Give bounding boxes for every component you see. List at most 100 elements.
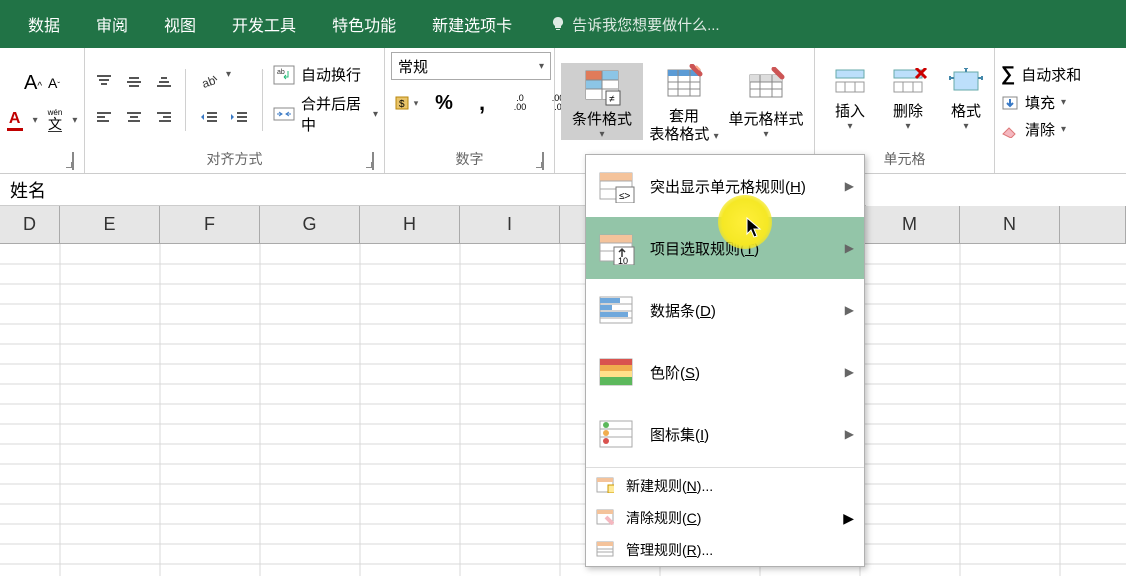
tell-me-search[interactable]: 告诉我您想要做什么... xyxy=(550,14,720,35)
wrap-text-icon: ab xyxy=(273,65,295,85)
formula-bar-value: 姓名 xyxy=(10,177,46,203)
orientation-dropdown[interactable]: ▾ xyxy=(226,69,231,95)
col-header[interactable]: F xyxy=(160,206,260,243)
phonetic-guide-button[interactable]: wén 文 xyxy=(48,109,63,132)
col-header[interactable]: D xyxy=(0,206,60,243)
font-color-dropdown[interactable]: ▾ xyxy=(33,115,38,126)
merge-dropdown[interactable]: ▾ xyxy=(373,109,378,120)
orientation-button[interactable]: ab xyxy=(196,69,222,95)
formula-bar[interactable]: 姓名 xyxy=(0,174,1126,206)
decrease-font-icon[interactable]: Aˇ xyxy=(48,75,60,91)
sigma-icon: ∑ xyxy=(1001,63,1015,86)
cf-highlight-rules[interactable]: ≤> 突出显示单元格规则(H) ▶ xyxy=(586,155,864,217)
column-headers: D E F G H I M N xyxy=(0,206,1126,244)
cf-data-bars[interactable]: 数据条(D) ▶ xyxy=(586,279,864,341)
highlight-rules-icon: ≤> xyxy=(596,169,636,203)
ribbon: A^ Aˇ A ▾ wén 文 ▾ xyxy=(0,48,1126,174)
submenu-arrow-icon: ▶ xyxy=(845,303,854,317)
submenu-arrow-icon: ▶ xyxy=(845,179,854,193)
svg-text:≤>: ≤> xyxy=(619,191,630,202)
align-top-icon[interactable] xyxy=(91,69,117,95)
col-header[interactable]: M xyxy=(860,206,960,243)
accounting-format-button[interactable]: $▾ xyxy=(391,90,421,116)
submenu-arrow-icon: ▶ xyxy=(845,241,854,255)
font-launcher-icon[interactable] xyxy=(72,153,74,169)
comma-button[interactable]: , xyxy=(467,90,497,116)
number-format-combo[interactable]: 常规 ▾ xyxy=(391,52,551,80)
insert-cells-button[interactable]: 插入 ▾ xyxy=(821,68,879,132)
insert-cells-icon xyxy=(830,68,870,96)
align-right-icon[interactable] xyxy=(151,105,177,131)
font-color-button[interactable]: A xyxy=(7,110,23,131)
cf-clear-rules[interactable]: 清除规则(C) ▶ xyxy=(586,502,864,534)
fill-label: 填充 xyxy=(1025,92,1055,113)
tab-view[interactable]: 视图 xyxy=(146,12,214,36)
format-cells-icon xyxy=(946,68,986,96)
align-launcher-icon[interactable] xyxy=(372,153,374,169)
decrease-indent-icon[interactable] xyxy=(196,105,222,131)
group-font: A^ Aˇ A ▾ wén 文 ▾ xyxy=(0,48,85,173)
clear-button[interactable]: 清除 ▾ xyxy=(1001,119,1081,140)
spreadsheet-grid[interactable] xyxy=(0,244,1126,576)
phonetic-dropdown[interactable]: ▾ xyxy=(72,115,77,126)
tab-newtab[interactable]: 新建选项卡 xyxy=(414,12,530,36)
align-group-title: 对齐方式 xyxy=(207,149,263,169)
tab-special[interactable]: 特色功能 xyxy=(314,12,414,36)
number-format-value: 常规 xyxy=(398,56,428,77)
submenu-arrow-icon: ▶ xyxy=(845,365,854,379)
new-rule-icon xyxy=(596,477,616,495)
svg-text:≠: ≠ xyxy=(609,94,615,105)
format-cells-button[interactable]: 格式 ▾ xyxy=(937,68,995,132)
col-header[interactable]: N xyxy=(960,206,1060,243)
increase-indent-icon[interactable] xyxy=(226,105,252,131)
align-left-icon[interactable] xyxy=(91,105,117,131)
cf-top-bottom-rules[interactable]: 10 项目选取规则(T) ▶ xyxy=(586,217,864,279)
autosum-label: 自动求和 xyxy=(1021,64,1081,85)
wrap-text-label: 自动换行 xyxy=(301,64,361,85)
conditional-format-label: 条件格式 xyxy=(572,111,632,129)
col-header[interactable] xyxy=(1060,206,1126,243)
tab-developer[interactable]: 开发工具 xyxy=(214,12,314,36)
cf-color-scales[interactable]: 色阶(S) ▶ xyxy=(586,341,864,403)
table-format-button[interactable]: 套用表格格式 ▾ xyxy=(643,60,725,144)
tab-review[interactable]: 审阅 xyxy=(78,12,146,36)
cell-styles-icon xyxy=(746,67,786,107)
tab-strip: 数据 审阅 视图 开发工具 特色功能 新建选项卡 告诉我您想要做什么... xyxy=(0,0,1126,48)
cf-new-rule[interactable]: 新建规则(N)... xyxy=(586,470,864,502)
cell-styles-button[interactable]: 单元格样式 ▾ xyxy=(725,63,807,140)
percent-button[interactable]: % xyxy=(429,90,459,116)
group-number: 常规 ▾ $▾ % , .0.00 .00.0 数字 xyxy=(385,48,555,173)
lightbulb-icon xyxy=(550,16,566,32)
increase-decimal-button[interactable]: .0.00 xyxy=(505,90,535,116)
top-bottom-icon: 10 xyxy=(596,231,636,265)
cf-icon-sets[interactable]: 图标集(I) ▶ xyxy=(586,403,864,465)
merge-center-button[interactable]: 合并后居中 ▾ xyxy=(273,93,378,135)
submenu-arrow-icon: ▶ xyxy=(843,510,854,527)
fill-button[interactable]: 填充 ▾ xyxy=(1001,92,1081,113)
tab-data[interactable]: 数据 xyxy=(10,12,78,36)
group-alignment: ab ▾ ab 自动换行 合并后居中 ▾ 对齐方 xyxy=(85,48,385,173)
conditional-format-button[interactable]: ≠ 条件格式 ▾ xyxy=(561,63,643,140)
cell-styles-label: 单元格样式 xyxy=(728,111,803,129)
cf-manage-rules[interactable]: 管理规则(R)... xyxy=(586,534,864,566)
delete-cells-button[interactable]: 删除 ▾ xyxy=(879,68,937,132)
align-middle-icon[interactable] xyxy=(121,69,147,95)
increase-font-icon[interactable]: A^ xyxy=(24,72,42,95)
cf-button-dropdown-icon: ▾ xyxy=(599,129,604,140)
col-header[interactable]: H xyxy=(360,206,460,243)
eraser-icon xyxy=(1001,122,1019,138)
col-header[interactable]: E xyxy=(60,206,160,243)
number-launcher-icon[interactable] xyxy=(542,153,544,169)
icon-sets-icon xyxy=(596,417,636,451)
table-format-label: 套用表格格式 ▾ xyxy=(649,108,718,144)
autosum-button[interactable]: ∑ 自动求和 xyxy=(1001,63,1081,86)
col-header[interactable]: G xyxy=(260,206,360,243)
col-header[interactable]: I xyxy=(460,206,560,243)
align-center-icon[interactable] xyxy=(121,105,147,131)
svg-text:$: $ xyxy=(399,99,405,110)
delete-label: 删除 xyxy=(893,100,923,121)
align-bottom-icon[interactable] xyxy=(151,69,177,95)
wrap-text-button[interactable]: ab 自动换行 xyxy=(273,64,378,85)
merge-icon xyxy=(273,104,295,124)
submenu-arrow-icon: ▶ xyxy=(845,427,854,441)
